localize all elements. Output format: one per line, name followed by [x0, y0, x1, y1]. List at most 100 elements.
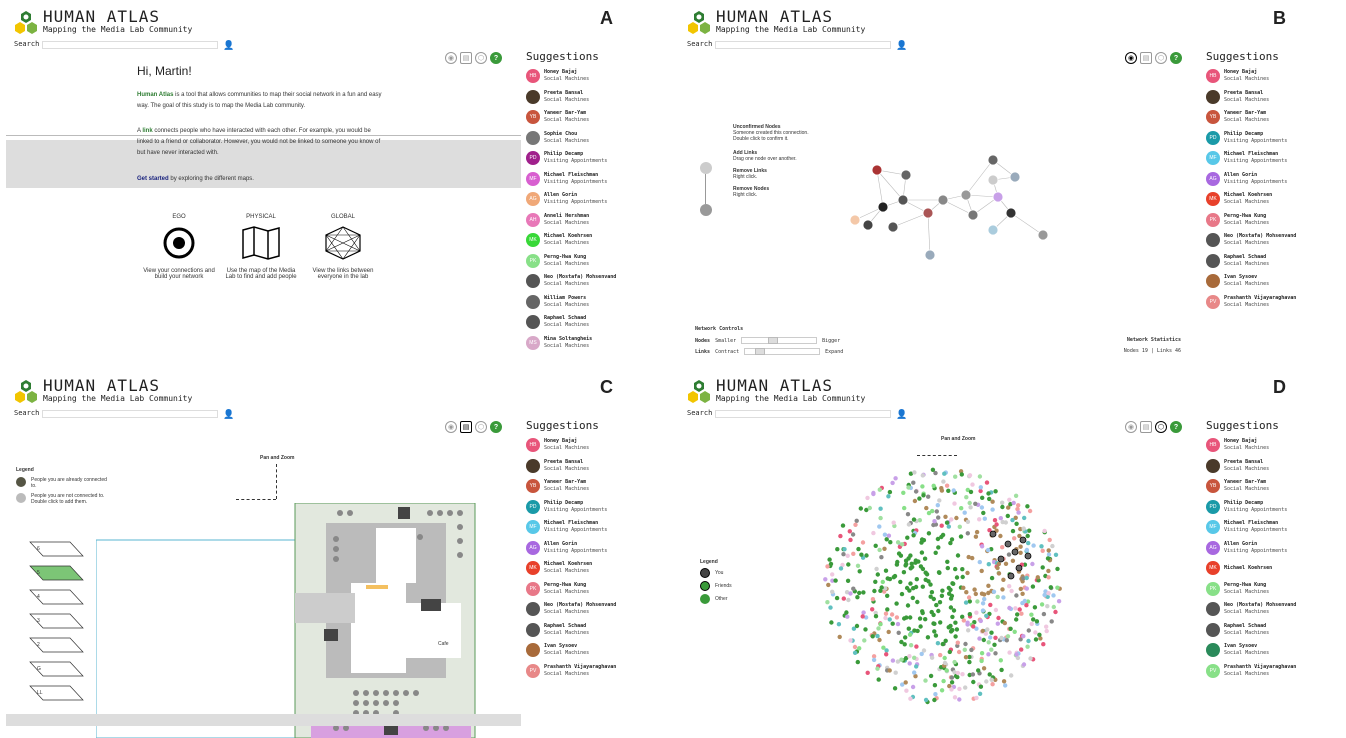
network-node[interactable]	[854, 518, 859, 523]
slider-handle[interactable]	[755, 348, 766, 355]
network-node[interactable]	[912, 498, 918, 504]
network-node[interactable]	[983, 631, 988, 636]
network-node[interactable]	[1047, 537, 1052, 543]
floor-ll[interactable]: LL	[37, 690, 43, 696]
network-node[interactable]	[1029, 621, 1034, 627]
network-node[interactable]	[1044, 628, 1049, 634]
network-node[interactable]	[873, 543, 878, 548]
suggestion-item[interactable]: PV Prashanth Vijayaraghavan Social Machine…	[1206, 661, 1346, 682]
suggestion-item[interactable]: Sophie Chou Social Machines	[526, 128, 666, 149]
network-node[interactable]	[906, 522, 912, 527]
network-node[interactable]	[842, 547, 847, 552]
floor-plan-map[interactable]	[96, 503, 476, 738]
network-node[interactable]	[920, 484, 925, 489]
network-node[interactable]	[981, 666, 987, 671]
network-node[interactable]	[920, 473, 925, 478]
network-node[interactable]	[986, 652, 991, 657]
network-node[interactable]	[923, 697, 929, 703]
network-node[interactable]	[1024, 603, 1029, 608]
search-input[interactable]	[42, 410, 218, 418]
network-node[interactable]	[854, 623, 860, 629]
network-node[interactable]	[882, 546, 887, 551]
network-node[interactable]	[987, 496, 992, 502]
network-node[interactable]	[1041, 642, 1046, 647]
network-node[interactable]	[959, 506, 964, 511]
network-node[interactable]	[953, 566, 958, 572]
network-node[interactable]	[1019, 647, 1024, 652]
network-node[interactable]	[920, 610, 925, 616]
network-node[interactable]	[932, 697, 937, 703]
network-node[interactable]	[966, 628, 971, 633]
network-node[interactable]	[918, 624, 923, 629]
suggestion-item[interactable]: PD Philip Decamp Visiting Appointments	[526, 148, 666, 169]
network-node[interactable]	[982, 596, 987, 602]
network-node[interactable]	[1051, 593, 1056, 598]
network-node[interactable]	[948, 596, 954, 601]
network-node[interactable]	[891, 520, 896, 525]
network-node[interactable]	[970, 482, 975, 487]
network-node[interactable]	[978, 485, 983, 490]
network-node[interactable]	[950, 614, 955, 620]
network-node[interactable]	[931, 621, 936, 626]
global-view-icon[interactable]: ⬡	[475, 52, 487, 64]
suggestion-item[interactable]: Preeta Bansal Social Machines	[1206, 456, 1346, 477]
network-node[interactable]	[942, 471, 947, 476]
network-node[interactable]	[999, 667, 1004, 673]
network-node[interactable]	[899, 657, 904, 662]
network-node[interactable]	[877, 524, 882, 529]
network-node[interactable]	[988, 635, 993, 640]
network-node[interactable]	[1041, 611, 1047, 617]
network-node[interactable]	[1021, 526, 1026, 531]
network-node[interactable]	[1006, 552, 1012, 557]
network-node[interactable]	[973, 534, 979, 539]
network-node[interactable]	[975, 599, 980, 604]
suggestion-item[interactable]: Neo (Mostafa) Mohsenvand Social Machines	[526, 271, 666, 292]
network-node[interactable]	[1017, 607, 1022, 612]
network-node[interactable]	[967, 500, 972, 506]
network-node[interactable]	[1032, 605, 1038, 610]
network-node[interactable]	[929, 609, 934, 615]
network-node[interactable]	[1010, 517, 1015, 523]
network-node[interactable]	[961, 618, 966, 623]
network-node[interactable]	[953, 634, 958, 639]
network-node[interactable]	[952, 659, 957, 665]
friend-node[interactable]	[997, 555, 1005, 563]
network-node[interactable]	[946, 585, 951, 591]
network-node[interactable]	[883, 611, 889, 616]
network-node[interactable]	[964, 590, 969, 595]
network-node[interactable]	[1050, 543, 1055, 549]
suggestion-item[interactable]: MK Michael Koehrsen Social Machines	[1206, 189, 1346, 210]
network-node[interactable]	[1014, 652, 1019, 657]
network-node[interactable]	[1001, 577, 1006, 582]
network-node[interactable]	[1048, 585, 1053, 590]
network-node[interactable]	[994, 522, 999, 527]
network-node[interactable]	[937, 498, 942, 503]
network-node[interactable]	[827, 557, 832, 562]
network-node[interactable]	[896, 551, 902, 556]
network-node[interactable]	[1014, 521, 1019, 526]
network-node[interactable]	[952, 501, 957, 506]
suggestion-item[interactable]: Raphael Schaad Social Machines	[1206, 620, 1346, 641]
network-node[interactable]	[1007, 605, 1012, 611]
suggestion-item[interactable]: Ivan Sysoev Social Machines	[526, 640, 666, 661]
network-node[interactable]	[942, 660, 948, 666]
network-node[interactable]	[959, 472, 964, 477]
network-node[interactable]	[958, 534, 964, 539]
network-node[interactable]	[871, 490, 876, 496]
network-node[interactable]	[1009, 588, 1014, 594]
network-node[interactable]	[944, 483, 950, 488]
network-node[interactable]	[911, 533, 916, 538]
network-node[interactable]	[1049, 619, 1054, 624]
suggestion-item[interactable]: Raphael Schaad Social Machines	[526, 620, 666, 641]
network-node[interactable]	[965, 622, 970, 627]
network-node[interactable]	[936, 608, 941, 614]
suggestion-item[interactable]: MF Michael Fleischman Visiting Appointment…	[526, 169, 666, 190]
suggestion-item[interactable]: AH Anneli Hershman Social Machines	[526, 210, 666, 231]
network-node[interactable]	[871, 530, 876, 536]
suggestion-item[interactable]: AG Allen Gorin Visiting Appointments	[1206, 538, 1346, 559]
global-view-icon[interactable]: ⬡	[1155, 421, 1167, 433]
network-node[interactable]	[857, 590, 862, 596]
network-node[interactable]	[898, 579, 903, 585]
network-node[interactable]	[904, 615, 909, 620]
network-node[interactable]	[1051, 604, 1056, 610]
